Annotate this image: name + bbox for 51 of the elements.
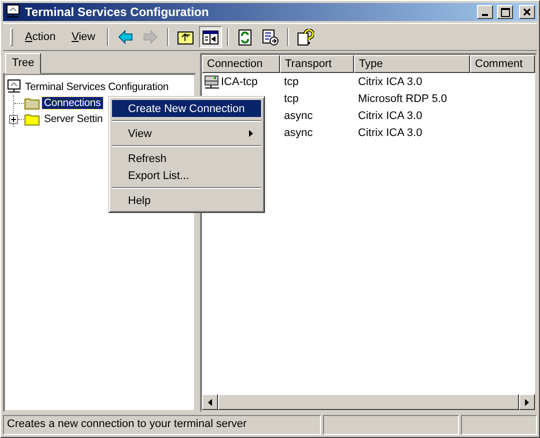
server-icon [204,74,220,88]
tab[interactable]: Tree [5,53,42,74]
close-icon [523,8,531,16]
menu-item[interactable]: Refresh [112,150,261,167]
table-cell-text: Citrix ICA 3.0 [357,110,424,122]
table-cell-text: Citrix ICA 3.0 [357,76,424,88]
scroll-left-button[interactable] [202,394,218,410]
menu-item[interactable]: View [64,28,102,46]
menu-item[interactable]: View [112,125,261,142]
tree-icon [202,28,220,46]
menu-item[interactable]: Action [18,28,63,46]
computer-icon [6,79,22,95]
table-cell-text: tcp [283,92,300,104]
menu-item[interactable]: Help [112,192,261,209]
column-header[interactable]: Connection [202,55,280,73]
maximize-icon [500,8,510,16]
menu-item[interactable]: Create New Connection [112,100,261,117]
expand-icon[interactable] [9,114,18,124]
table-cell-text: Citrix ICA 3.0 [357,126,424,138]
export-icon [262,28,280,46]
table-cell-text: async [283,110,314,122]
up-icon [177,28,194,46]
app-icon [5,4,21,20]
scroll-right-button[interactable] [519,394,535,410]
table-cell-text: async [283,126,314,138]
table-cell-text: Microsoft RDP 5.0 [357,92,448,104]
right-arrow-icon [525,398,529,406]
menu-item[interactable]: Export List... [112,167,261,184]
column-header[interactable]: Transport [280,55,354,73]
help-icon [297,28,314,46]
tree-item[interactable]: Server Settin [42,113,105,125]
maximize-button[interactable] [497,5,513,19]
left-arrow-icon [208,398,212,406]
refresh-icon [237,28,254,46]
back-icon [117,28,134,46]
table-cell: ICA-tcp [221,76,258,88]
minimize-button[interactable] [477,5,493,19]
tree-button[interactable] [199,26,222,48]
folder-icon [24,112,41,126]
window-title: Terminal Services Configuration [25,5,210,19]
tree-item[interactable]: Terminal Services Configuration [23,81,171,93]
scrollbar-thumb[interactable] [218,394,519,410]
folder-icon [24,96,41,110]
close-button[interactable] [519,5,535,19]
tree-item[interactable]: Connections [42,97,103,109]
column-header[interactable]: Comment [470,55,535,73]
submenu-arrow-icon [249,130,253,137]
table-cell-text: tcp [283,76,300,88]
forward-icon [142,28,160,46]
column-header[interactable]: Type [354,55,470,73]
status-text: Creates a new connection to your terminal server [3,415,321,435]
